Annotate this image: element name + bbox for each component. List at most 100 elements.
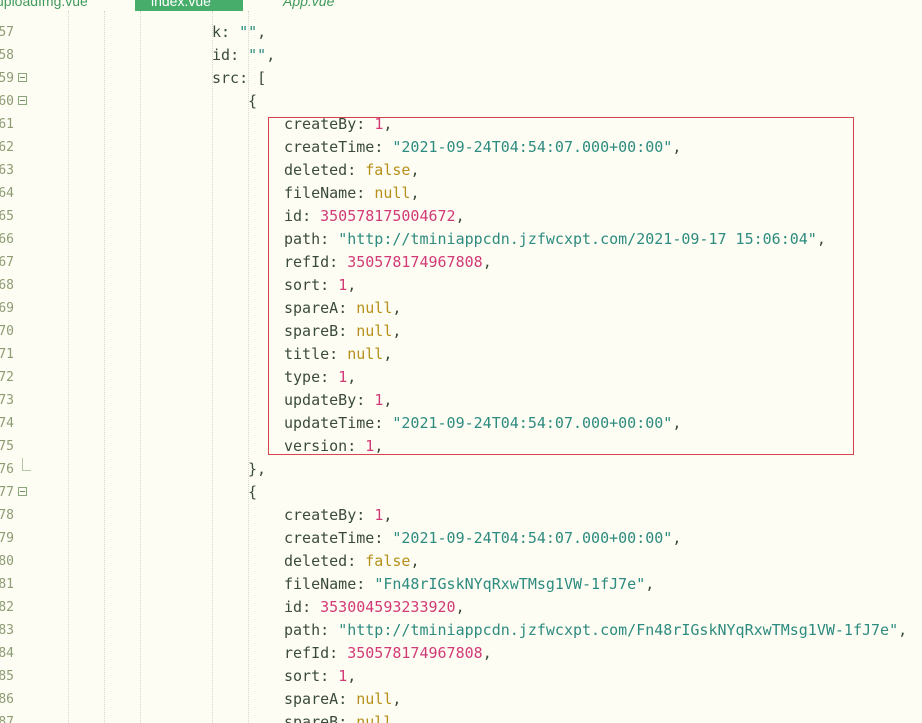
- line-number: 58: [0, 48, 14, 63]
- code-token-num: 1: [365, 437, 375, 455]
- line-number: 79: [0, 531, 14, 546]
- code-token-punc: :: [338, 322, 357, 340]
- tab-uploadimg-vue[interactable]: uploadImg.vue: [0, 0, 88, 11]
- code-line[interactable]: 68 sort: 1,: [0, 274, 922, 297]
- code-line[interactable]: 64 fileName: null,: [0, 182, 922, 205]
- code-text: src: [: [212, 67, 266, 90]
- line-number: 63: [0, 163, 14, 178]
- code-line[interactable]: 74 updateTime: "2021-09-24T04:54:07.000+0…: [0, 412, 922, 435]
- line-number: 57: [0, 25, 14, 40]
- code-token-key: spareA: [284, 690, 339, 708]
- code-line[interactable]: 82 id: 353004593233920,: [0, 596, 922, 619]
- code-token-str: "": [248, 46, 267, 64]
- code-token-key: refId: [284, 253, 330, 271]
- code-line[interactable]: 62 createTime: "2021-09-24T04:54:07.000+0…: [0, 136, 922, 159]
- code-line[interactable]: 57 k: "",: [0, 21, 922, 44]
- code-token-key: sort: [284, 667, 321, 685]
- code-token-punc: ,: [392, 690, 402, 708]
- code-token-punc: :: [320, 230, 339, 248]
- code-token-punc: ,: [392, 322, 402, 340]
- code-token-punc: :: [221, 23, 240, 41]
- code-token-key: path: [284, 230, 321, 248]
- line-number: 81: [0, 577, 14, 592]
- code-token-punc: :: [329, 644, 348, 662]
- code-token-punc: :: [320, 621, 339, 639]
- code-token-punc: :: [374, 138, 393, 156]
- code-token-str: "": [239, 23, 258, 41]
- code-text: path: "http://tminiappcdn.jzfwcxpt.com/2…: [284, 228, 826, 251]
- code-line[interactable]: 81 fileName: "Fn48rIGskNYqRxwTMsg1VW-1fJ7…: [0, 573, 922, 596]
- code-line[interactable]: 59 src: [: [0, 67, 922, 90]
- code-token-key: id: [212, 46, 231, 64]
- tab-app-vue[interactable]: App.vue: [283, 0, 334, 11]
- code-token-num: 1: [374, 391, 384, 409]
- code-token-punc: ,: [347, 368, 357, 386]
- code-token-punc: :: [374, 414, 393, 432]
- line-number: 70: [0, 324, 14, 339]
- code-token-punc: :: [320, 667, 339, 685]
- code-line[interactable]: 86 spareA: null,: [0, 688, 922, 711]
- code-line[interactable]: 65 id: 350578175004672,: [0, 205, 922, 228]
- code-line[interactable]: 77 {: [0, 481, 922, 504]
- fold-end-marker-icon: [22, 458, 31, 471]
- code-text: {: [248, 481, 257, 504]
- code-text: spareB: null,: [284, 711, 401, 723]
- code-text: spareA: null,: [284, 688, 401, 711]
- code-line[interactable]: 60 {: [0, 90, 922, 113]
- code-line[interactable]: 73 updateBy: 1,: [0, 389, 922, 412]
- line-number: 75: [0, 439, 14, 454]
- code-text: path: "http://tminiappcdn.jzfwcxpt.com/F…: [284, 619, 907, 642]
- code-token-num: 350578174967808: [347, 644, 483, 662]
- code-token-punc: :: [356, 391, 375, 409]
- code-text: id: 353004593233920,: [284, 596, 465, 619]
- code-token-key: createBy: [284, 506, 357, 524]
- code-token-key: refId: [284, 644, 330, 662]
- code-text: refId: 350578174967808,: [284, 251, 492, 274]
- line-number: 82: [0, 600, 14, 615]
- code-token-key: spareA: [284, 299, 339, 317]
- code-line[interactable]: 69 spareA: null,: [0, 297, 922, 320]
- line-number: 68: [0, 278, 14, 293]
- code-line[interactable]: 58 id: "",: [0, 44, 922, 67]
- code-token-key: updateTime: [284, 414, 375, 432]
- code-text: deleted: false,: [284, 159, 419, 182]
- code-token-punc: :: [338, 713, 357, 723]
- code-line[interactable]: 61 createBy: 1,: [0, 113, 922, 136]
- fold-toggle-icon[interactable]: [18, 96, 27, 105]
- code-token-key: fileName: [284, 184, 357, 202]
- code-token-str: "http://tminiappcdn.jzfwcxpt.com/Fn48rIG…: [338, 621, 899, 639]
- code-token-kw: null: [347, 345, 384, 363]
- code-token-num: 1: [338, 667, 348, 685]
- code-line[interactable]: 75 version: 1,: [0, 435, 922, 458]
- fold-toggle-icon[interactable]: [18, 487, 27, 496]
- code-text: createBy: 1,: [284, 113, 392, 136]
- code-line[interactable]: 63 deleted: false,: [0, 159, 922, 182]
- line-number: 85: [0, 669, 14, 684]
- code-line[interactable]: 72 type: 1,: [0, 366, 922, 389]
- code-text: sort: 1,: [284, 274, 356, 297]
- code-text: type: 1,: [284, 366, 356, 389]
- code-line[interactable]: 76},: [0, 458, 922, 481]
- code-line[interactable]: 66 path: "http://tminiappcdn.jzfwcxpt.com…: [0, 228, 922, 251]
- line-number: 76: [0, 462, 14, 477]
- line-number: 72: [0, 370, 14, 385]
- code-text: sort: 1,: [284, 665, 356, 688]
- code-token-punc: ,: [816, 230, 826, 248]
- code-line[interactable]: 83 path: "http://tminiappcdn.jzfwcxpt.com…: [0, 619, 922, 642]
- code-line[interactable]: 70 spareB: null,: [0, 320, 922, 343]
- code-line[interactable]: 84 refId: 350578174967808,: [0, 642, 922, 665]
- code-line[interactable]: 80 deleted: false,: [0, 550, 922, 573]
- code-line[interactable]: 79 createTime: "2021-09-24T04:54:07.000+0…: [0, 527, 922, 550]
- line-number: 66: [0, 232, 14, 247]
- code-line[interactable]: 71 title: null,: [0, 343, 922, 366]
- code-token-num: 1: [374, 115, 384, 133]
- code-token-num: 350578174967808: [347, 253, 483, 271]
- fold-toggle-icon[interactable]: [18, 73, 27, 82]
- tab-index-vue[interactable]: index.vue: [135, 0, 243, 11]
- code-line[interactable]: 85 sort: 1,: [0, 665, 922, 688]
- code-line[interactable]: 87 spareB: null,: [0, 711, 922, 723]
- code-editor[interactable]: 57 k: "", 58 id: "", 59 src: [60{61 createBy: …: [0, 11, 922, 723]
- code-line[interactable]: 67 refId: 350578174967808,: [0, 251, 922, 274]
- editor-tab-bar: uploadImg.vue index.vue App.vue: [0, 0, 922, 11]
- code-line[interactable]: 78 createBy: 1,: [0, 504, 922, 527]
